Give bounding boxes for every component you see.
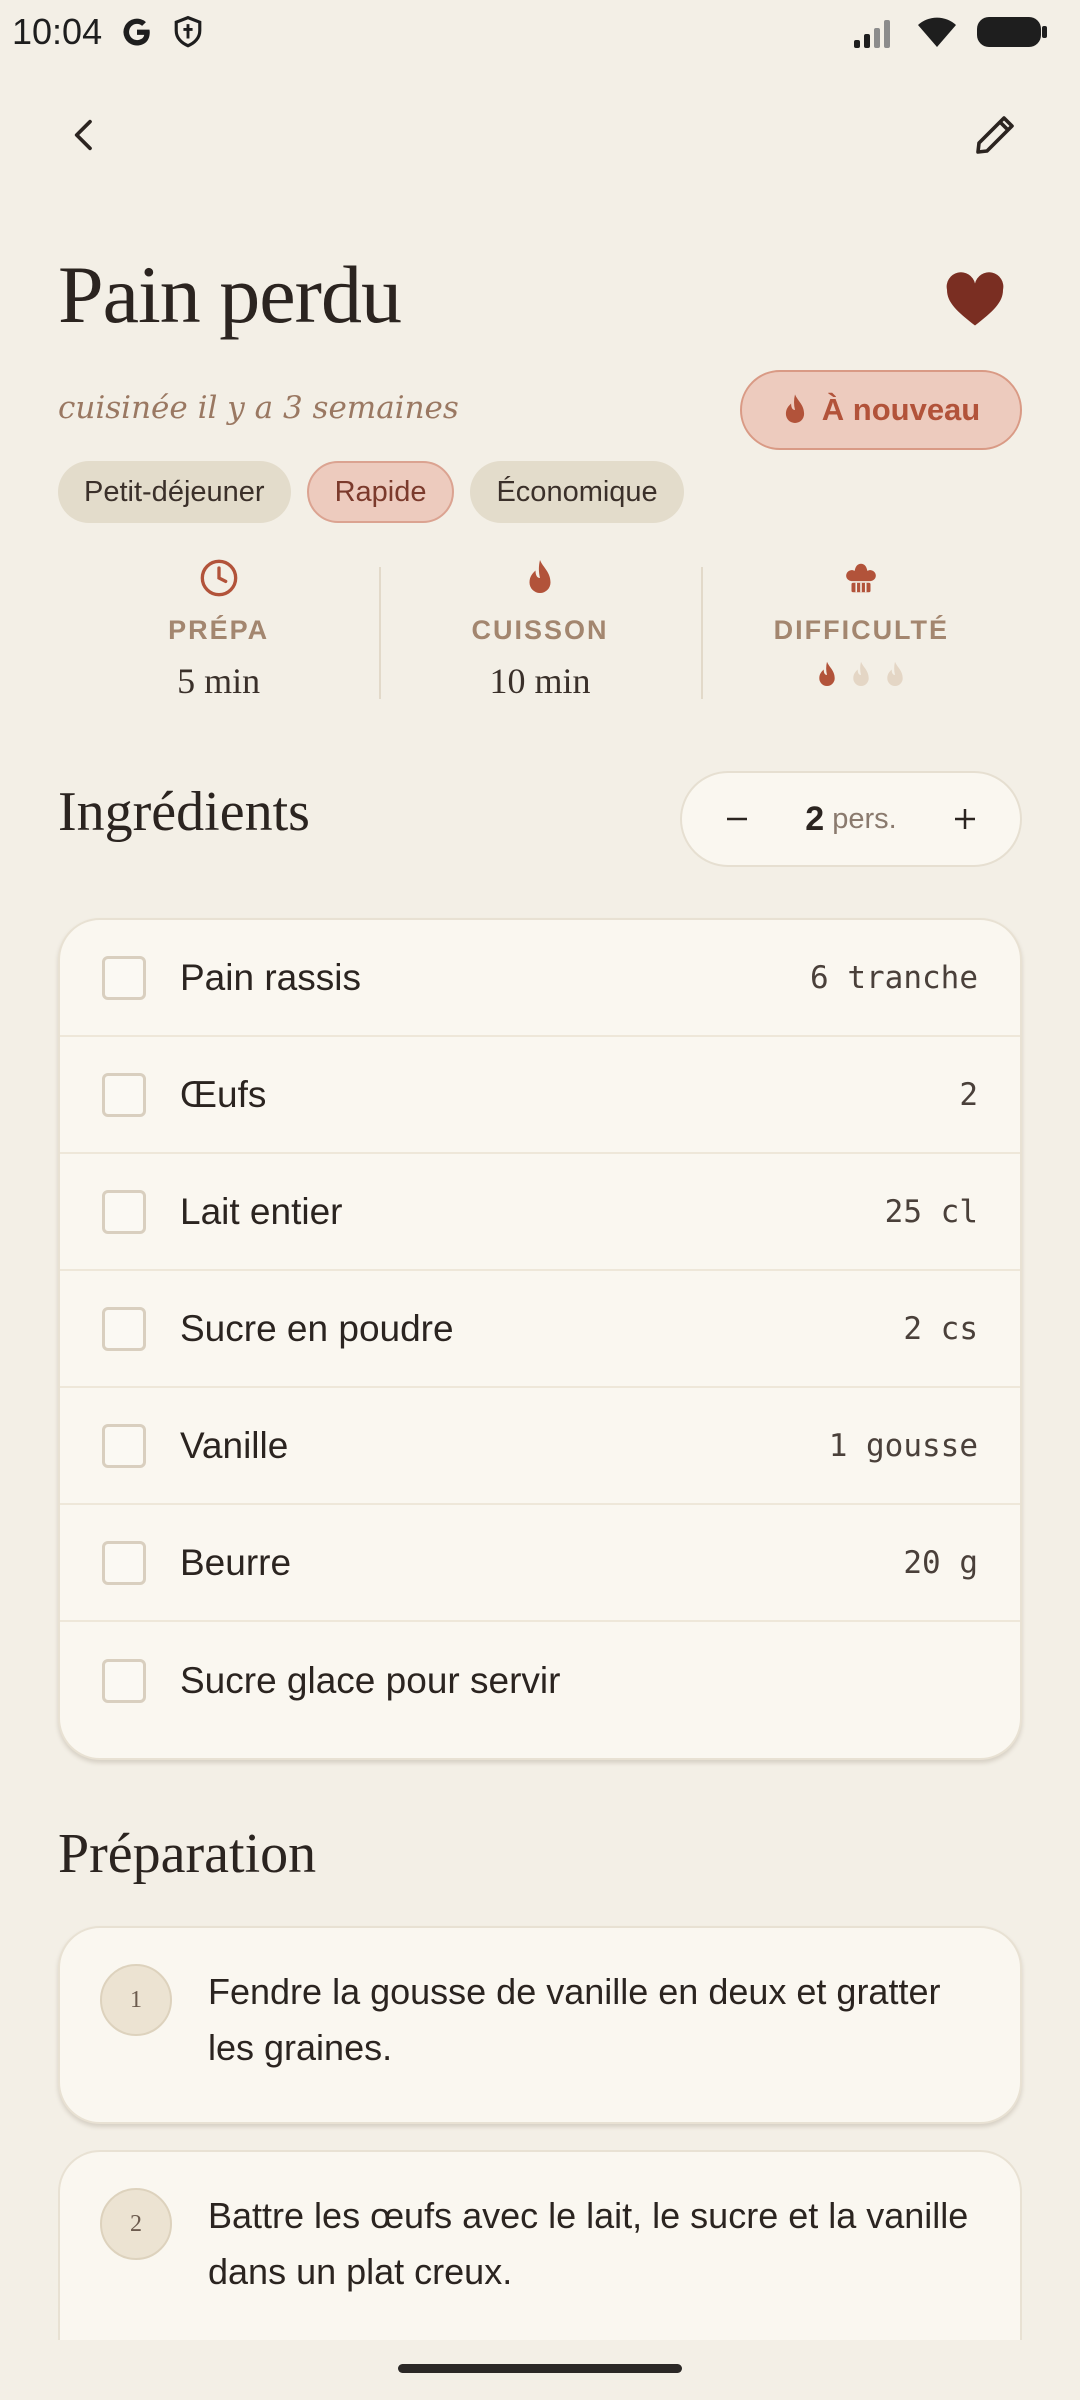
clock-icon (200, 559, 237, 597)
step-card: 2 Battre les œufs avec le lait, le sucre… (58, 2150, 1022, 2340)
stat-cook: CUISSON 10 min (379, 555, 700, 705)
ingredient-quantity: 2 cs (903, 1310, 978, 1347)
recipe-stats: PRÉPA 5 min CUISSON 10 min DIFFICULTÉ (58, 555, 1022, 705)
top-bar (40, 95, 1040, 175)
stat-cook-label: CUISSON (471, 615, 609, 645)
stat-cook-value: 10 min (489, 661, 591, 701)
ingredient-quantity: 6 tranche (810, 959, 978, 996)
shield-icon (174, 15, 202, 48)
ingredient-checkbox[interactable] (102, 1658, 146, 1703)
ingredient-checkbox[interactable] (102, 1306, 146, 1351)
stat-prep-label: PRÉPA (168, 615, 270, 645)
stat-prep-value: 5 min (177, 661, 261, 701)
ingredients-list: Pain rassis 6 tranche Œufs 2 Lait entier… (58, 918, 1022, 1760)
plus-icon (955, 809, 975, 829)
gesture-nav-handle[interactable] (398, 2364, 682, 2373)
flame-icon (529, 560, 551, 593)
ingredient-row[interactable]: Vanille 1 gousse (60, 1388, 1020, 1505)
cook-again-button[interactable]: À nouveau (740, 370, 1022, 450)
ingredient-quantity: 25 cl (884, 1193, 978, 1230)
ingredient-name: Sucre en poudre (180, 1307, 454, 1349)
flame-icon (887, 661, 904, 686)
ingredient-row[interactable]: Sucre glace pour servir (60, 1622, 1020, 1739)
servings-unit: pers. (832, 802, 897, 835)
flame-icon (819, 661, 836, 686)
step-number: 1 (100, 1964, 172, 2036)
ingredient-row[interactable]: Sucre en poudre 2 cs (60, 1271, 1020, 1388)
ingredient-checkbox[interactable] (102, 1189, 146, 1234)
servings-count: 2 (805, 799, 825, 838)
ingredient-name: Pain rassis (180, 956, 361, 998)
google-icon (123, 18, 150, 46)
ingredient-quantity: 2 (959, 1076, 978, 1113)
ingredient-name: Beurre (180, 1541, 292, 1583)
stat-difficulty: DIFFICULTÉ (700, 555, 1022, 705)
pencil-icon (976, 116, 1014, 154)
wifi-icon (918, 17, 956, 47)
ingredient-name: Œufs (180, 1073, 267, 1115)
ingredient-name: Lait entier (180, 1190, 343, 1232)
step-text: Fendre la gousse de vanille en deux et g… (208, 1971, 941, 2068)
back-button[interactable] (45, 95, 125, 175)
favorite-button[interactable] (930, 260, 1020, 340)
tag-rapide[interactable]: Rapide (306, 461, 455, 523)
stat-difficulty-label: DIFFICULTÉ (773, 615, 950, 645)
flame-icon (853, 661, 870, 686)
ingredient-row[interactable]: Beurre 20 g (60, 1505, 1020, 1622)
ingredient-quantity: 1 gousse (828, 1427, 978, 1464)
minus-icon (727, 817, 747, 821)
step-text: Battre les œufs avec le lait, le sucre e… (208, 2195, 969, 2292)
ingredient-checkbox[interactable] (102, 1423, 146, 1468)
heart-icon (946, 272, 1004, 326)
status-bar: 10:04 (0, 0, 1080, 64)
tag-economique[interactable]: Économique (470, 461, 684, 523)
battery-icon (977, 17, 1047, 47)
ingredient-checkbox[interactable] (102, 955, 146, 1000)
difficulty-rating (816, 660, 906, 690)
signal-icon (854, 20, 890, 48)
edit-button[interactable] (955, 95, 1035, 175)
cook-again-label: À nouveau (821, 392, 981, 427)
ingredients-title: Ingrédients (58, 781, 310, 843)
servings-stepper: 2 pers. (680, 771, 1022, 867)
ingredient-row[interactable]: Pain rassis 6 tranche (60, 920, 1020, 1037)
ingredient-checkbox[interactable] (102, 1540, 146, 1585)
cooked-ago-text: cuisinée il y a 3 semaines (58, 390, 459, 426)
ingredient-row[interactable]: Œufs 2 (60, 1037, 1020, 1154)
ingredient-checkbox[interactable] (102, 1072, 146, 1117)
step-card: 1 Fendre la gousse de vanille en deux et… (58, 1926, 1022, 2124)
ingredient-quantity: 20 g (903, 1544, 978, 1581)
ingredient-name: Sucre glace pour servir (180, 1659, 561, 1701)
tag-list: Petit-déjeuner Rapide Économique (58, 461, 684, 523)
step-number: 2 (100, 2188, 172, 2260)
chef-hat-icon (846, 563, 877, 593)
tag-petit-dejeuner[interactable]: Petit-déjeuner (58, 461, 291, 523)
stat-prep: PRÉPA 5 min (58, 555, 379, 705)
flame-icon (785, 394, 804, 423)
decrease-servings-button[interactable] (692, 773, 782, 865)
ingredient-name: Vanille (180, 1424, 289, 1466)
chevron-left-icon (74, 119, 92, 151)
recipe-title: Pain perdu (58, 249, 402, 340)
preparation-title: Préparation (58, 1823, 317, 1885)
ingredient-row[interactable]: Lait entier 25 cl (60, 1154, 1020, 1271)
status-time: 10:04 (12, 11, 103, 52)
increase-servings-button[interactable] (920, 773, 1010, 865)
